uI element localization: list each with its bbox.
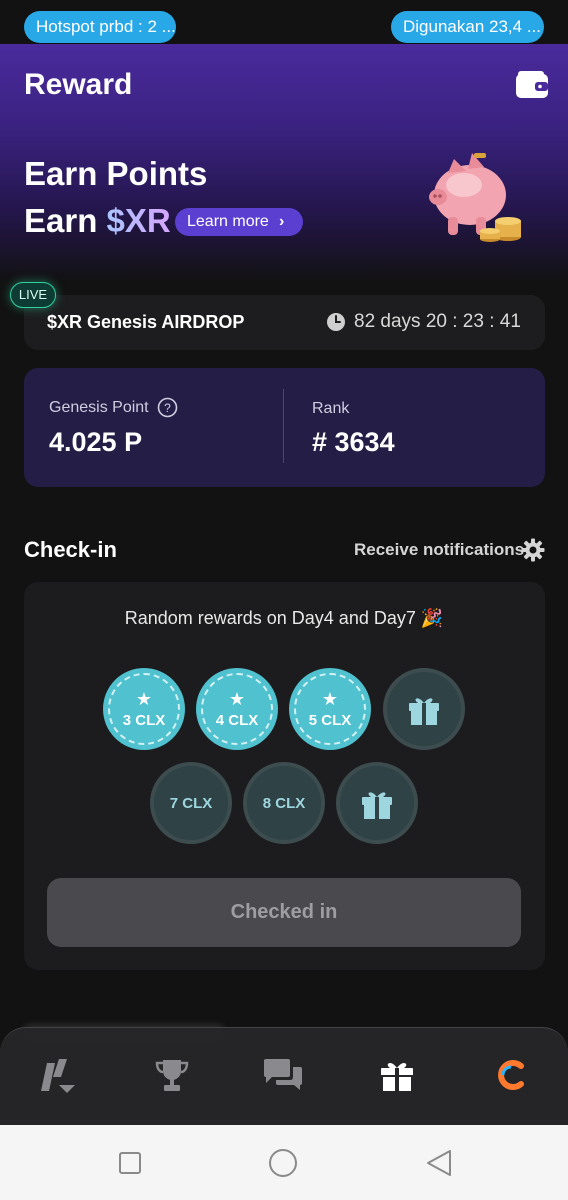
earn-xr-heading: Earn $XR bbox=[24, 202, 171, 240]
xr-token-text: $XR bbox=[106, 202, 171, 239]
piggy-bank-icon bbox=[424, 145, 524, 245]
circle-icon bbox=[269, 1149, 297, 1177]
checkin-day-1[interactable]: ★ 3 CLX bbox=[103, 668, 185, 750]
checkin-day-2[interactable]: ★ 4 CLX bbox=[196, 668, 278, 750]
rewards-tab[interactable] bbox=[376, 1055, 418, 1095]
home-button[interactable] bbox=[268, 1148, 298, 1178]
earn-prefix: Earn bbox=[24, 202, 107, 239]
square-icon bbox=[119, 1152, 141, 1174]
gift-icon bbox=[362, 792, 392, 819]
checked-in-button[interactable]: Checked in bbox=[47, 878, 521, 947]
checkin-title: Check-in bbox=[24, 537, 117, 562]
chat-tab[interactable] bbox=[262, 1055, 304, 1095]
day-reward-label: 7 CLX bbox=[169, 794, 213, 812]
wallet-icon[interactable] bbox=[515, 70, 549, 100]
day-reward-label: 5 CLX bbox=[308, 711, 352, 729]
hotspot-pill[interactable]: Hotspot prbd : 2 ... bbox=[24, 11, 176, 43]
svg-text:?: ? bbox=[164, 401, 171, 415]
day-reward-label: 3 CLX bbox=[122, 711, 166, 729]
home-logo-tab[interactable] bbox=[36, 1055, 78, 1095]
data-usage-pill[interactable]: Digunakan 23,4 ... bbox=[391, 11, 544, 43]
recents-button[interactable] bbox=[115, 1148, 145, 1178]
rank-label: Rank bbox=[312, 400, 350, 417]
airdrop-countdown: 82 days 20 : 23 : 41 bbox=[354, 311, 521, 332]
earn-points-heading: Earn Points bbox=[24, 155, 208, 192]
help-icon[interactable]: ? bbox=[157, 397, 178, 418]
receive-notifications-link[interactable]: Receive notifications bbox=[354, 540, 524, 560]
checkin-day-7[interactable] bbox=[336, 762, 418, 844]
star-icon: ★ bbox=[228, 688, 246, 709]
learn-more-button[interactable]: Learn more › bbox=[175, 208, 303, 236]
random-rewards-text: Random rewards on Day4 and Day7 🎉 bbox=[124, 608, 444, 628]
leaderboard-tab[interactable] bbox=[151, 1055, 193, 1095]
c-logo-icon bbox=[498, 1060, 524, 1090]
airdrop-title: $XR Genesis AIRDROP bbox=[47, 312, 245, 332]
chat-icon bbox=[264, 1059, 302, 1090]
c-app-tab[interactable] bbox=[490, 1055, 532, 1095]
gift-icon bbox=[381, 1062, 413, 1091]
gift-icon bbox=[409, 698, 439, 725]
day-reward-label: 4 CLX bbox=[215, 711, 259, 729]
chevron-right-icon: › bbox=[279, 213, 285, 230]
clock-icon bbox=[326, 312, 346, 332]
checkin-day-5[interactable]: 7 CLX bbox=[150, 762, 232, 844]
day-reward-label: 8 CLX bbox=[262, 794, 306, 812]
star-icon: ★ bbox=[321, 688, 339, 709]
genesis-point-label: Genesis Point bbox=[49, 399, 149, 416]
checkin-day-3[interactable]: ★ 5 CLX bbox=[289, 668, 371, 750]
checkin-day-6[interactable]: 8 CLX bbox=[243, 762, 325, 844]
gear-icon[interactable] bbox=[521, 538, 545, 562]
logo-icon bbox=[41, 1059, 75, 1093]
back-triangle-icon bbox=[427, 1150, 451, 1176]
star-icon: ★ bbox=[135, 688, 153, 709]
genesis-point-value: 4.025 P bbox=[49, 427, 143, 457]
checkin-day-4[interactable] bbox=[383, 668, 465, 750]
stats-divider bbox=[283, 389, 284, 463]
live-badge: LIVE bbox=[10, 282, 56, 308]
learn-more-label: Learn more bbox=[187, 213, 269, 230]
page-title: Reward bbox=[24, 68, 133, 101]
rank-value: # 3634 bbox=[312, 427, 395, 457]
trophy-icon bbox=[155, 1060, 189, 1091]
back-button[interactable] bbox=[424, 1148, 454, 1178]
